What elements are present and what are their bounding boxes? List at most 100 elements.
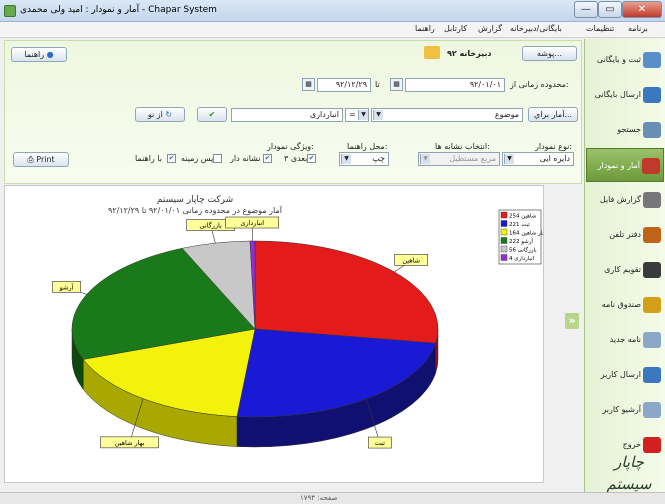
sidebar-item-4[interactable]: paperclip-iconگزارش فایل (586, 183, 664, 217)
sidebar-item-5[interactable]: phone-book-iconدفتر تلفن (586, 218, 664, 252)
legend-swatch-4 (500, 245, 508, 253)
chevron-down-icon: ▼ (358, 110, 368, 120)
sidebar-item-label: خروج (622, 440, 641, 449)
date-to-field[interactable]: ۹۲/۱۲/۲۹ (317, 78, 371, 92)
new-letter-icon: new-letter-icon (643, 332, 661, 348)
legend-label-1: ثبت 221 (509, 222, 530, 228)
data-label-5: انبارداری (240, 219, 264, 227)
features-label: ویژگی نمودار: (267, 142, 314, 151)
legend-label-3: آرشو 222 (509, 238, 533, 245)
legend-swatch-0 (500, 211, 508, 219)
folder-value: دبیرخانه ۹۲ (447, 49, 492, 58)
calendar-to-icon[interactable]: ▦ (302, 78, 315, 91)
to-label: تا (375, 80, 380, 89)
legend-label-0: شاهین 254 (509, 214, 537, 220)
chevron-down-icon: ▼ (373, 110, 383, 120)
opt-3d-label: ۳ بعدی (284, 154, 308, 163)
menu-program[interactable]: برنامه (628, 24, 648, 33)
sidebar-item-label: صندوق نامه (601, 300, 641, 309)
phone-book-icon: phone-book-icon (643, 227, 661, 243)
help-place-select[interactable]: چپ ▼ (339, 152, 389, 166)
menu-help[interactable]: راهنما (415, 24, 435, 33)
send-archive-icon: send-archive-icon (643, 87, 661, 103)
pie-chart: شرکت چاپار سیستمآمار موضوع در محدوده زما… (52, 195, 547, 449)
sidebar-item-label: گزارش فایل (599, 195, 641, 204)
minimize-button[interactable]: — (574, 1, 598, 18)
sidebar-item-8[interactable]: new-letter-iconنامه جدید (586, 323, 664, 357)
chart-type-select[interactable]: دایره ایی ▼ (502, 152, 574, 166)
refresh-icon: ↻ (165, 110, 173, 119)
help-button[interactable]: راهنما ● (11, 47, 67, 62)
chevron-down-icon: ▼ (504, 154, 514, 164)
info-icon: ● (46, 50, 54, 59)
menu-cartable[interactable]: کارتابل (444, 24, 467, 33)
window-title: آمار و نمودار : امید ولی محمدی - Chapar … (20, 5, 217, 15)
sidebar-item-9[interactable]: send-user-iconارسال کاربر (586, 358, 664, 392)
range-label: محدوده زمانی از: (510, 80, 569, 89)
menu-report[interactable]: گزارش (478, 24, 502, 33)
help-place-label: محل راهنما: (347, 142, 388, 151)
sidebar: register-archive-iconثبت و بایگانیsend-a… (584, 39, 665, 492)
sidebar-item-6[interactable]: calendar-iconتقویم کاری (586, 253, 664, 287)
opt-marked-label: نشانه دار (230, 154, 261, 163)
value-field[interactable]: انبارداری (231, 108, 343, 122)
legend-swatch-3 (500, 237, 508, 244)
data-label-0: شاهین (402, 256, 420, 264)
print-button[interactable]: ⎙ Print (13, 152, 69, 167)
chapar-logo: چاپار سیستم۹۲ (606, 453, 652, 503)
stats-for-button[interactable]: آمار براي... (528, 107, 578, 122)
data-label-4: بازرگانی (199, 222, 222, 230)
apply-check-button[interactable]: ✔ (197, 107, 227, 122)
sidebar-item-label: نامه جدید (609, 335, 641, 344)
filter-panel: راهنما ● دبیرخانه ۹۲ پوشه... محدوده زمان… (4, 40, 582, 184)
sidebar-item-label: ارسال کاربر (600, 370, 641, 379)
menu-bar: برنامه تنظیمات بایگانی/دبیرخانه گزارش کا… (0, 22, 665, 38)
legend-swatch-2 (500, 228, 508, 236)
subject-select[interactable]: موضوع ▼ (371, 108, 523, 122)
opt-help-label: با راهنما (135, 154, 162, 163)
sidebar-item-2[interactable]: search-iconجستجو (586, 113, 664, 147)
legend-swatch-1 (500, 220, 508, 227)
status-text: صفحه: ۱۷۹۴ (300, 494, 338, 502)
legend-label-5: انبارداری 4 (509, 256, 535, 262)
opt-bg-checkbox[interactable] (213, 154, 222, 163)
close-button[interactable]: ✕ (622, 1, 662, 18)
legend-swatch-5 (500, 254, 508, 261)
user-archive-icon: user-archive-icon (643, 402, 661, 418)
reset-button[interactable]: از نو ↻ (135, 107, 185, 122)
sidebar-item-1[interactable]: send-archive-iconارسال بایگانی (586, 78, 664, 112)
status-bar: صفحه: ۱۷۹۴ (0, 492, 665, 504)
menu-settings[interactable]: تنظیمات (586, 24, 614, 33)
opt-help-checkbox[interactable]: ✔ (167, 154, 176, 163)
date-from-field[interactable]: ۹۲/۰۱/۰۱ (405, 78, 505, 92)
chart-icon: chart-icon (642, 158, 660, 174)
opt-marked-checkbox[interactable]: ✔ (263, 154, 272, 163)
sidebar-item-7[interactable]: inbox-iconصندوق نامه (586, 288, 664, 322)
legend-label-4: بازرگانی 56 (509, 247, 537, 254)
folder-button[interactable]: پوشه... (522, 46, 577, 61)
sign-select[interactable]: مربع مستطیل ▼ (418, 152, 500, 166)
calendar-from-icon[interactable]: ▦ (390, 78, 403, 91)
menu-archive[interactable]: بایگانی/دبیرخانه (510, 24, 562, 33)
maximize-button[interactable]: ▭ (598, 1, 622, 18)
chart-title: شرکت چاپار سیستم (157, 195, 233, 205)
data-label-3: آرشو (59, 282, 75, 291)
chart-area: شرکت چاپار سیستم آمار موضوع در محدوده زما… (4, 185, 547, 483)
register-archive-icon: register-archive-icon (643, 52, 661, 68)
chart-type-label: نوع نمودار: (535, 142, 573, 151)
sidebar-item-3[interactable]: chart-iconآمار و نمودار (586, 148, 664, 182)
sidebar-item-10[interactable]: user-archive-iconآرشیو کاربر (586, 393, 664, 427)
legend-label-2: بهار شاهین 164 (509, 231, 543, 237)
collapse-sidebar-button[interactable]: » (565, 313, 579, 329)
sidebar-item-label: جستجو (617, 125, 641, 134)
chart-subtitle: آمار موضوع در محدوده زمانی ۹۲/۰۱/۰۱ تا ۹… (108, 205, 283, 215)
folder-icon (424, 46, 440, 59)
sidebar-item-0[interactable]: register-archive-iconثبت و بایگانی (586, 43, 664, 77)
data-label-2: بهار شاهین (115, 439, 145, 447)
opt-3d-checkbox[interactable]: ✔ (307, 154, 316, 163)
title-bar: آمار و نمودار : امید ولی محمدی - Chapar … (0, 0, 665, 22)
printer-icon: ⎙ (27, 155, 34, 164)
operator-select[interactable]: = ▼ (345, 108, 369, 122)
sidebar-item-label: دفتر تلفن (609, 230, 641, 239)
sidebar-item-label: آمار و نمودار (597, 161, 640, 170)
